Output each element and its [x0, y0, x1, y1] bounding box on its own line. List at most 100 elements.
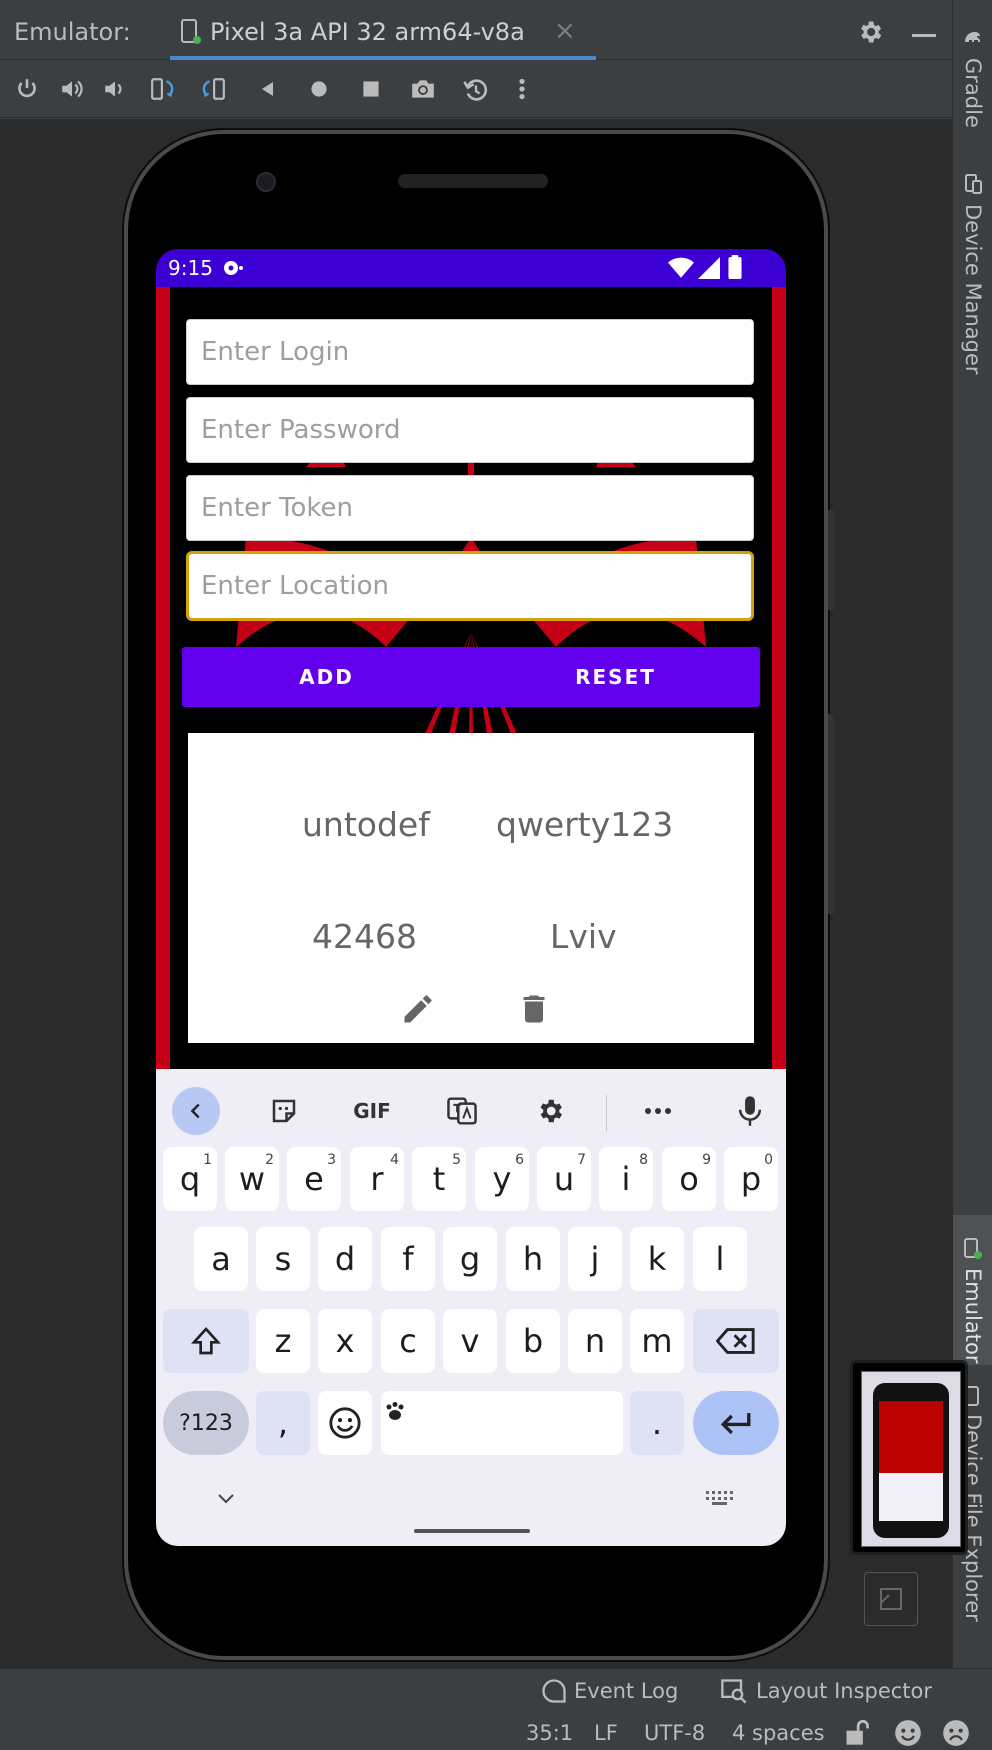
key-q[interactable]: q1 — [163, 1147, 217, 1211]
on-screen-keyboard: GIF q1 w2 e3 r4 t5 y6 u7 i8 o9 p0 a s d … — [156, 1069, 786, 1546]
gradle-elephant-icon — [961, 24, 985, 52]
camera-icon[interactable] — [408, 76, 434, 102]
more-horiz-icon[interactable] — [634, 1087, 682, 1135]
add-button[interactable]: ADD — [182, 647, 471, 707]
key-k[interactable]: k — [630, 1227, 684, 1291]
key-r[interactable]: r4 — [350, 1147, 404, 1211]
keyboard-hide-chevron-icon[interactable] — [216, 1491, 236, 1510]
token-field[interactable] — [186, 475, 754, 541]
location-input[interactable] — [189, 554, 751, 618]
device-tab-label: Pixel 3a API 32 arm64-v8a — [210, 18, 525, 46]
edit-pencil-icon[interactable] — [400, 991, 436, 1031]
key-o[interactable]: o9 — [662, 1147, 716, 1211]
emulator-label: Emulator: — [14, 18, 131, 46]
volume-down-icon[interactable] — [102, 76, 128, 102]
key-g[interactable]: g — [443, 1227, 497, 1291]
volume-up-icon[interactable] — [58, 76, 84, 102]
home-icon[interactable] — [306, 76, 332, 102]
key-p[interactable]: p0 — [724, 1147, 778, 1211]
key-f[interactable]: f — [381, 1227, 435, 1291]
key-j[interactable]: j — [568, 1227, 622, 1291]
token-input[interactable] — [187, 476, 753, 540]
key-s[interactable]: s — [256, 1227, 310, 1291]
side-button-volume — [828, 714, 834, 914]
key-e[interactable]: e3 — [287, 1147, 341, 1211]
sad-face-icon[interactable] — [942, 1719, 970, 1750]
line-separator[interactable]: LF — [594, 1721, 618, 1745]
keyboard-switch-icon[interactable] — [704, 1489, 734, 1511]
sticker-icon[interactable] — [260, 1087, 308, 1135]
layout-inspector-icon — [720, 1677, 748, 1709]
indent-setting[interactable]: 4 spaces — [732, 1721, 825, 1745]
enter-key[interactable] — [693, 1391, 779, 1455]
gif-button[interactable]: GIF — [348, 1087, 396, 1135]
microphone-icon[interactable] — [726, 1087, 774, 1135]
key-w[interactable]: w2 — [225, 1147, 279, 1211]
record-token: 42468 — [312, 917, 417, 956]
power-icon[interactable] — [14, 76, 40, 102]
gesture-nav-handle[interactable] — [414, 1529, 530, 1533]
location-field[interactable] — [186, 551, 754, 621]
snapshot-icon[interactable] — [462, 76, 488, 102]
key-l[interactable]: l — [693, 1227, 747, 1291]
key-a[interactable]: a — [194, 1227, 248, 1291]
battery-icon — [728, 255, 742, 283]
login-input[interactable] — [187, 320, 753, 384]
shift-arrow-icon — [191, 1327, 221, 1355]
key-c[interactable]: c — [381, 1309, 435, 1373]
password-field[interactable] — [186, 397, 754, 463]
emoji-key[interactable] — [318, 1391, 372, 1455]
file-encoding[interactable]: UTF-8 — [644, 1721, 705, 1745]
delete-trash-icon[interactable] — [516, 991, 552, 1031]
emulator-tab[interactable]: Emulator — [961, 1268, 985, 1363]
rotate-left-icon[interactable] — [148, 76, 174, 102]
key-v[interactable]: v — [443, 1309, 497, 1373]
phone-screen: 9:15 Enter Login Enter Password Enter To… — [156, 249, 786, 1546]
key-i[interactable]: i8 — [599, 1147, 653, 1211]
collapse-toolbar-chevron-icon[interactable] — [172, 1087, 220, 1135]
key-m[interactable]: m — [630, 1309, 684, 1373]
device-mini-preview[interactable] — [850, 1360, 968, 1555]
device-manager-tab[interactable]: Device Manager — [961, 204, 985, 375]
period-key[interactable]: . — [630, 1391, 684, 1455]
unlock-icon[interactable] — [844, 1719, 870, 1750]
key-b[interactable]: b — [506, 1309, 560, 1373]
key-z[interactable]: z — [256, 1309, 310, 1373]
record-card: untodef qwerty123 42468 Lviv — [188, 733, 754, 1043]
back-icon[interactable] — [256, 76, 282, 102]
fit-screen-button[interactable] — [864, 1572, 918, 1626]
app-content: ADD RESET untodef qwerty123 42468 Lviv — [156, 287, 786, 1069]
key-u[interactable]: u7 — [537, 1147, 591, 1211]
space-bar[interactable] — [381, 1391, 623, 1455]
event-log-button[interactable]: Event Log — [574, 1679, 678, 1703]
device-tab[interactable]: Pixel 3a API 32 arm64-v8a × — [170, 0, 596, 60]
device-phone-icon — [180, 18, 202, 50]
more-vert-icon[interactable] — [516, 76, 542, 102]
key-n[interactable]: n — [568, 1309, 622, 1373]
key-h[interactable]: h — [506, 1227, 560, 1291]
backspace-key[interactable] — [693, 1309, 779, 1373]
key-t[interactable]: t5 — [412, 1147, 466, 1211]
login-field[interactable] — [186, 319, 754, 385]
shift-key[interactable] — [163, 1309, 249, 1373]
rotate-right-icon[interactable] — [198, 76, 225, 102]
overview-icon[interactable] — [358, 76, 384, 102]
settings-gear-icon[interactable] — [856, 18, 884, 50]
translate-icon[interactable] — [438, 1087, 486, 1135]
minimize-icon[interactable] — [912, 34, 936, 37]
layout-inspector-button[interactable]: Layout Inspector — [756, 1679, 932, 1703]
reset-button[interactable]: RESET — [471, 647, 760, 707]
close-tab-icon[interactable]: × — [554, 16, 576, 46]
symbols-key[interactable]: ?123 — [163, 1391, 249, 1455]
key-x[interactable]: x — [318, 1309, 372, 1373]
side-button-power — [828, 510, 834, 610]
comma-key[interactable]: , — [256, 1391, 310, 1455]
gradle-tab[interactable]: Gradle — [961, 58, 985, 128]
happy-face-icon[interactable] — [894, 1719, 922, 1750]
emulator-toolbar — [0, 60, 952, 118]
password-input[interactable] — [187, 398, 753, 462]
key-d[interactable]: d — [318, 1227, 372, 1291]
key-y[interactable]: y6 — [475, 1147, 529, 1211]
keyboard-settings-gear-icon[interactable] — [526, 1087, 574, 1135]
caret-position[interactable]: 35:1 — [526, 1721, 573, 1745]
